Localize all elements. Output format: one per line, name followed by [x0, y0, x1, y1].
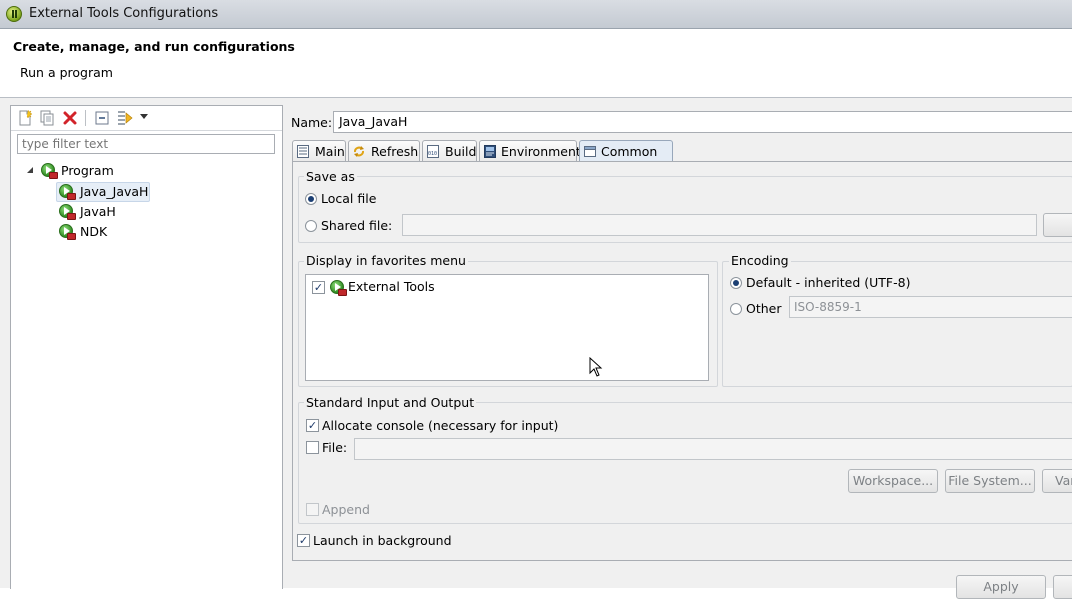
launch-background-label: Launch in background — [313, 533, 452, 548]
allocate-console-checkbox[interactable]: ✓ — [306, 419, 319, 432]
other-encoding-radio[interactable] — [730, 303, 742, 315]
external-tools-icon — [330, 280, 347, 296]
other-encoding-label: Other — [746, 301, 782, 316]
external-tools-checkbox[interactable]: ✓ — [312, 281, 325, 294]
stdio-label: Standard Input and Output — [304, 395, 477, 410]
tree-expand-icon[interactable] — [27, 167, 34, 174]
file-input[interactable] — [354, 438, 1072, 460]
app-icon — [6, 6, 22, 22]
tree-item-java-javah[interactable]: Java_JavaH — [56, 182, 150, 202]
tree-item-label: NDK — [80, 224, 108, 239]
tree-item-label: Java_JavaH — [80, 184, 149, 199]
favorites-label: Display in favorites menu — [304, 253, 468, 268]
tree-item-javah[interactable]: JavaH — [57, 203, 177, 221]
window-title: External Tools Configurations — [29, 6, 219, 21]
shared-file-label: Shared file: — [321, 218, 393, 233]
tree-item-ndk[interactable]: NDK — [57, 223, 177, 241]
other-encoding-select[interactable]: ISO-8859-1 — [789, 296, 1072, 318]
file-checkbox[interactable] — [306, 441, 319, 454]
svg-text:010: 010 — [428, 151, 437, 157]
tab-build[interactable]: 010 Build — [422, 140, 477, 162]
program-icon — [41, 163, 58, 179]
dropdown-arrow-icon[interactable] — [140, 114, 148, 120]
tab-common[interactable]: Common — [579, 140, 673, 162]
tab-environment[interactable]: Environment — [479, 140, 581, 162]
tab-label: Common — [601, 144, 658, 159]
allocate-console-label: Allocate console (necessary for input) — [322, 418, 559, 433]
main-tab-icon — [297, 145, 309, 158]
default-encoding-radio[interactable] — [730, 277, 742, 289]
shared-file-input[interactable] — [402, 214, 1037, 236]
append-label: Append — [322, 502, 370, 517]
program-icon — [59, 184, 76, 200]
title-bar: External Tools Configurations — [0, 0, 1072, 29]
tab-label: Environment — [501, 144, 581, 159]
header-subtitle: Run a program — [20, 65, 113, 80]
favorites-list: ✓ External Tools — [305, 274, 709, 381]
refresh-icon — [354, 146, 364, 157]
encoding-label: Encoding — [729, 253, 791, 268]
program-icon — [59, 204, 76, 220]
variables-button[interactable]: Var — [1042, 469, 1072, 493]
tab-label: Refresh — [371, 144, 419, 159]
tab-label: Main — [315, 144, 345, 159]
delete-icon[interactable] — [61, 109, 79, 127]
revert-button[interactable] — [1053, 575, 1072, 599]
file-label: File: — [322, 440, 348, 455]
launch-background-checkbox[interactable]: ✓ — [297, 534, 310, 547]
shared-file-browse-button[interactable]: Br — [1043, 213, 1072, 237]
tree-item-program[interactable]: Program — [27, 162, 227, 180]
save-as-label: Save as — [304, 169, 357, 184]
tab-bar: Main Refresh 010 Build Environment Commo… — [292, 140, 1072, 162]
config-toolbar — [11, 106, 282, 131]
duplicate-icon[interactable] — [38, 109, 56, 127]
environment-icon — [484, 145, 496, 158]
append-checkbox[interactable] — [306, 503, 319, 516]
tab-label: Build — [445, 144, 477, 159]
toolbar-separator — [85, 110, 86, 126]
workspace-button[interactable]: Workspace... — [848, 469, 938, 493]
header-title: Create, manage, and run configurations — [13, 39, 295, 54]
collapse-all-icon[interactable] — [93, 109, 111, 127]
new-config-icon[interactable] — [16, 109, 34, 127]
mouse-cursor-icon — [589, 357, 603, 377]
dialog-header: Create, manage, and run configurations R… — [0, 29, 1072, 98]
program-icon — [59, 224, 76, 240]
filter-input[interactable] — [17, 134, 275, 154]
filter-icon[interactable] — [116, 109, 134, 127]
tab-refresh[interactable]: Refresh — [348, 140, 420, 162]
common-tab-icon — [584, 146, 596, 157]
apply-button[interactable]: Apply — [956, 575, 1046, 599]
local-file-label: Local file — [321, 191, 377, 206]
tab-main[interactable]: Main — [292, 140, 346, 162]
name-input[interactable]: Java_JavaH — [333, 111, 1072, 133]
build-icon: 010 — [427, 145, 439, 158]
external-tools-label: External Tools — [348, 279, 435, 294]
tree-item-label: JavaH — [80, 204, 116, 219]
config-list-panel: Program Java_JavaH JavaH NDK — [10, 105, 283, 589]
local-file-radio[interactable] — [305, 193, 317, 205]
tree-item-label: Program — [61, 163, 114, 178]
name-label: Name: — [291, 115, 333, 130]
shared-file-radio[interactable] — [305, 220, 317, 232]
default-encoding-label: Default - inherited (UTF-8) — [746, 275, 911, 290]
file-system-button[interactable]: File System... — [945, 469, 1035, 493]
